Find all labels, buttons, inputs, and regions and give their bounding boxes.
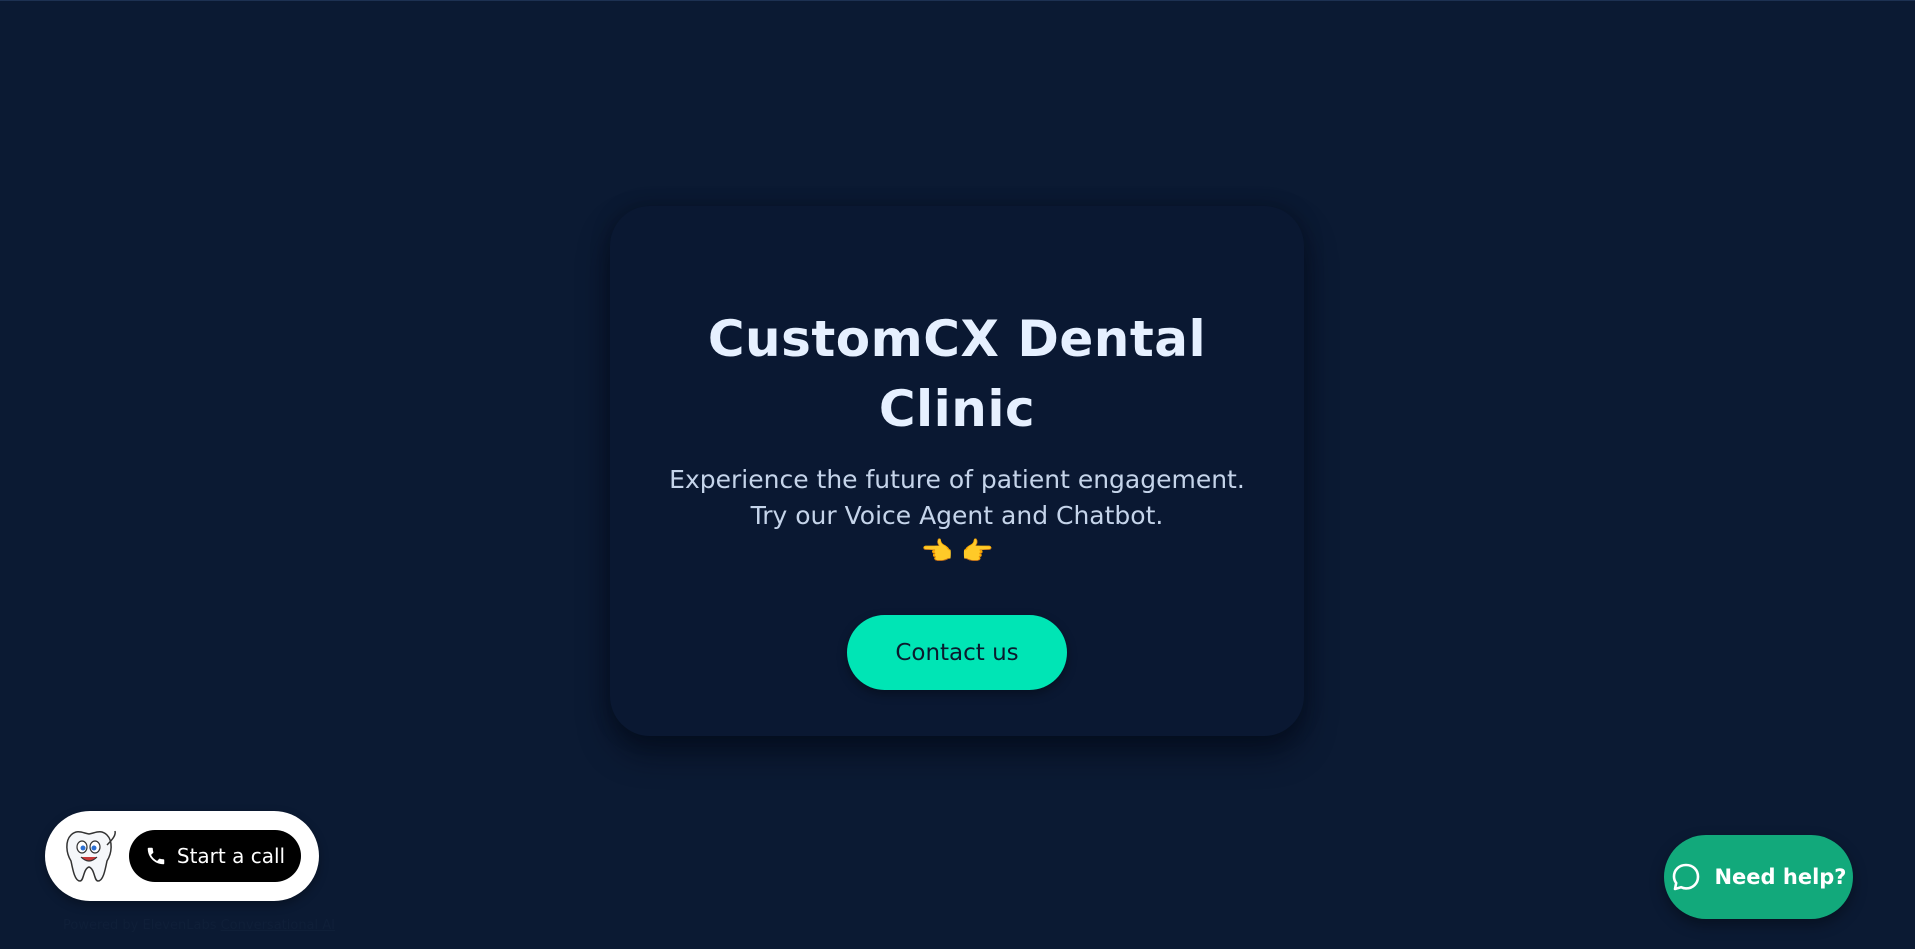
- voice-agent-widget: Start a call: [45, 811, 319, 901]
- contact-us-button[interactable]: Contact us: [847, 615, 1067, 690]
- powered-by-link[interactable]: Conversational AI: [221, 918, 335, 933]
- subtitle-line-2: Try our Voice Agent and Chatbot.: [750, 501, 1164, 530]
- pointing-hands-icon: 👈 👉: [920, 537, 994, 567]
- need-help-button[interactable]: Need help?: [1664, 835, 1853, 919]
- need-help-label: Need help?: [1714, 865, 1847, 889]
- hero-subtitle: Experience the future of patient engagem…: [610, 462, 1304, 534]
- phone-icon: [147, 847, 165, 865]
- top-border: [0, 0, 1915, 1]
- hero-card: CustomCX Dental Clinic Experience the fu…: [610, 206, 1304, 736]
- start-call-button[interactable]: Start a call: [129, 830, 301, 882]
- powered-by-text: Powered by ElevenLabs Conversational AI: [63, 918, 335, 933]
- subtitle-line-1: Experience the future of patient engagem…: [669, 465, 1245, 494]
- tooth-mascot-icon: [66, 830, 116, 882]
- powered-by-prefix: Powered by ElevenLabs: [63, 918, 217, 933]
- page-title: CustomCX Dental Clinic: [707, 310, 1207, 438]
- chat-bubble-icon: [1673, 863, 1700, 891]
- start-call-label: Start a call: [176, 844, 286, 868]
